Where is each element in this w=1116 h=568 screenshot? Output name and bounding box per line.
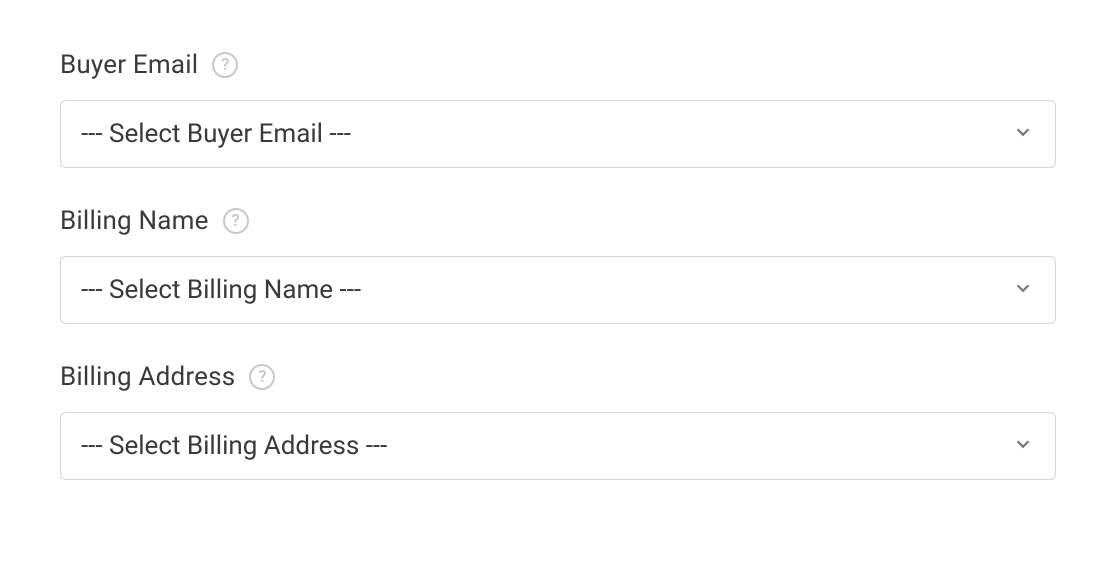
select-wrapper: --- Select Billing Address --- xyxy=(60,412,1056,480)
select-billing-address[interactable]: --- Select Billing Address --- xyxy=(60,412,1056,480)
field-label-billing-name: Billing Name xyxy=(60,206,209,236)
field-label-row: Billing Name ? xyxy=(60,206,1056,236)
form-field-buyer-email: Buyer Email ? --- Select Buyer Email --- xyxy=(60,50,1056,168)
select-placeholder: --- Select Buyer Email --- xyxy=(81,119,351,149)
help-icon[interactable]: ? xyxy=(223,208,249,234)
select-billing-name[interactable]: --- Select Billing Name --- xyxy=(60,256,1056,324)
help-icon[interactable]: ? xyxy=(249,364,275,390)
select-wrapper: --- Select Billing Name --- xyxy=(60,256,1056,324)
select-wrapper: --- Select Buyer Email --- xyxy=(60,100,1056,168)
help-icon[interactable]: ? xyxy=(212,52,238,78)
field-label-row: Buyer Email ? xyxy=(60,50,1056,80)
field-label-row: Billing Address ? xyxy=(60,362,1056,392)
select-buyer-email[interactable]: --- Select Buyer Email --- xyxy=(60,100,1056,168)
field-label-billing-address: Billing Address xyxy=(60,362,235,392)
form-field-billing-name: Billing Name ? --- Select Billing Name -… xyxy=(60,206,1056,324)
form-field-billing-address: Billing Address ? --- Select Billing Add… xyxy=(60,362,1056,480)
select-placeholder: --- Select Billing Name --- xyxy=(81,275,361,305)
select-placeholder: --- Select Billing Address --- xyxy=(81,431,387,461)
field-label-buyer-email: Buyer Email xyxy=(60,50,198,80)
